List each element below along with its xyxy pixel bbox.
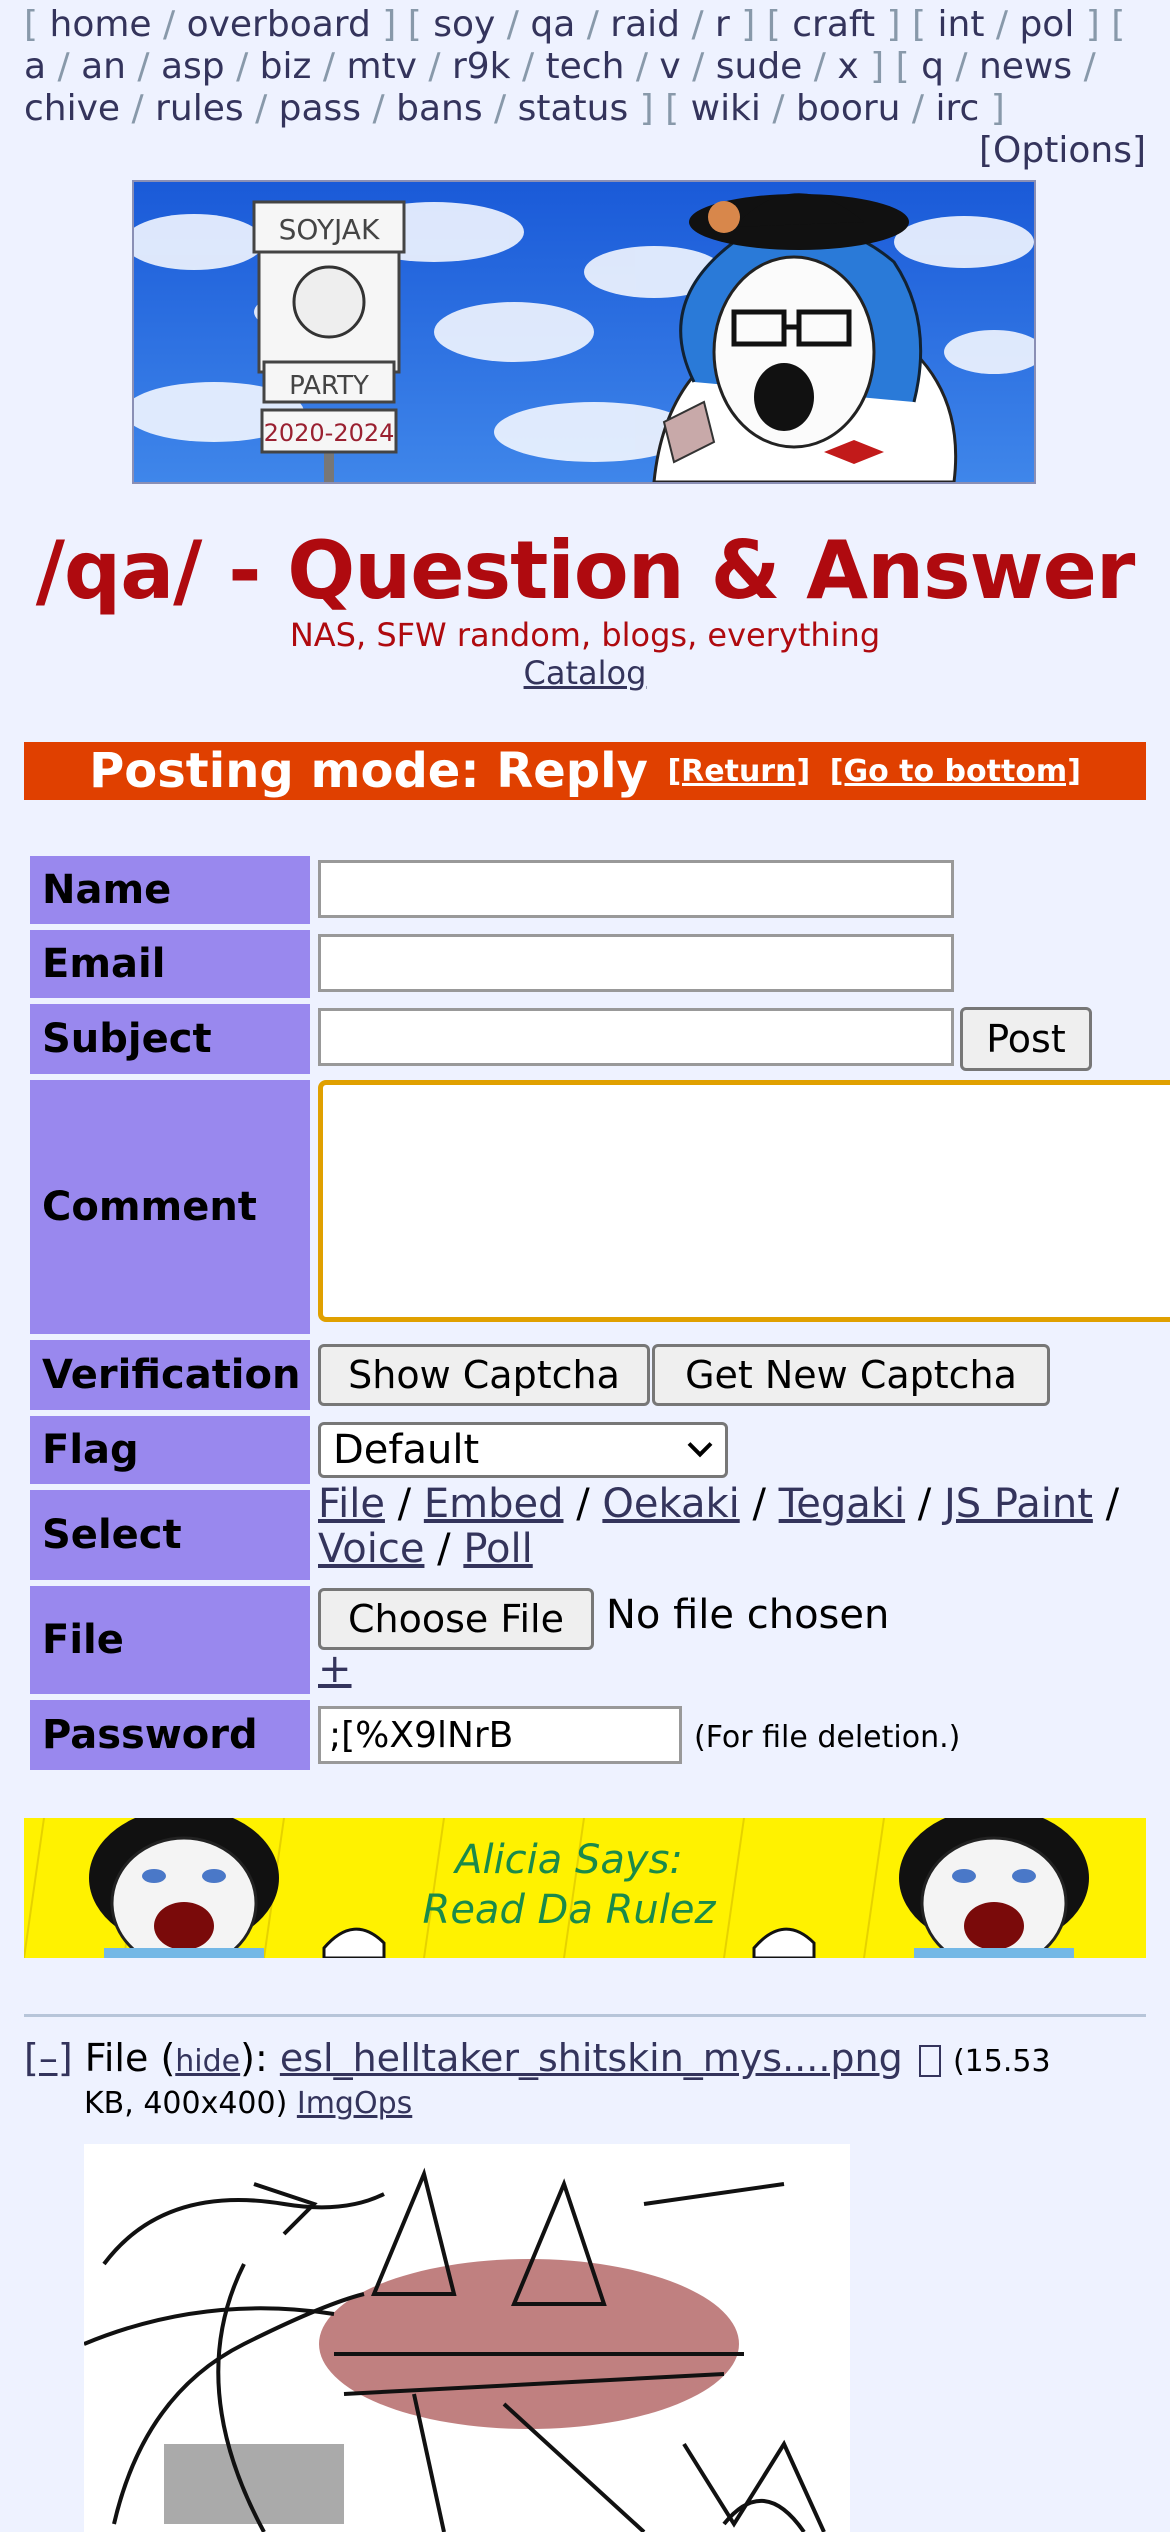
select-link-voice[interactable]: Voice [318,1526,424,1572]
nav-link-craft[interactable]: craft [792,4,875,45]
nav-link-tech[interactable]: tech [546,46,625,87]
rules-banner-line1: Alicia Says: [452,1837,683,1883]
banner-sign-years: 2020-2024 [264,419,395,447]
nav-link-v[interactable]: v [659,46,680,87]
choose-file-button[interactable]: Choose File [318,1588,594,1650]
comment-textarea[interactable] [318,1080,1170,1322]
nav-link-pass[interactable]: pass [279,88,361,129]
nav-link-news[interactable]: news [979,46,1072,87]
flag-label: Flag [30,1416,310,1484]
nav-link-biz[interactable]: biz [260,46,312,87]
file-size-start: (15.53 [952,2044,1051,2079]
nav-link-r9k[interactable]: r9k [452,46,511,87]
nav-link-qa[interactable]: qa [530,4,575,45]
nav-link-x[interactable]: x [837,46,858,87]
rules-banner[interactable]: Alicia Says: Read Da Rulez [24,1818,1146,1958]
nav-link-rules[interactable]: rules [155,88,244,129]
flag-select-value: Default [333,1427,480,1473]
flag-select[interactable]: Default [318,1422,728,1478]
file-label: File [30,1586,310,1694]
nav-link-overboard[interactable]: overboard [187,4,371,45]
rules-banner-image: Alicia Says: Read Da Rulez [24,1818,1146,1958]
file-prefix: File [84,2036,149,2080]
password-input[interactable]: ;[%X9lNrB [318,1706,682,1764]
banner-sign-bottom: PARTY [289,371,369,401]
post-image-drawing [84,2144,850,2532]
name-input[interactable] [318,860,954,918]
nav-link-booru[interactable]: booru [796,88,901,129]
collapse-post-link[interactable]: [–] [24,2036,73,2080]
nav-link-pol[interactable]: pol [1019,4,1074,45]
verification-label: Verification [30,1340,310,1410]
nav-link-status[interactable]: status [518,88,629,129]
file-info-line2: KB, 400x400) ImgOps [84,2086,412,2121]
add-file-link[interactable]: + [318,1646,352,1692]
file-size-rest: KB, 400x400) [84,2086,288,2121]
options-link[interactable]: [Options] [979,130,1146,171]
select-link-js-paint[interactable]: JS Paint [944,1481,1093,1527]
select-link-poll[interactable]: Poll [463,1526,532,1572]
nav-link-mtv[interactable]: mtv [346,46,417,87]
post-filename-link[interactable]: esl_helltaker_shitskin_mys....png [280,2036,903,2080]
password-note: (For file deletion.) [694,1720,961,1755]
board-banner[interactable]: SOYJAK PARTY 2020-2024 [132,180,1036,484]
chevron-down-icon [685,1433,715,1468]
imgops-link[interactable]: ImgOps [297,2086,412,2121]
select-link-embed[interactable]: Embed [424,1481,564,1527]
banner-image: SOYJAK PARTY 2020-2024 [134,182,1034,482]
email-input[interactable] [318,934,954,992]
subject-input[interactable] [318,1008,954,1066]
select-links: File / Embed / Oekaki / Tegaki / JS Pain… [318,1481,1120,1572]
nav-link-an[interactable]: an [81,46,126,87]
comment-label: Comment [30,1080,310,1334]
password-label: Password [30,1700,310,1770]
posting-mode-bar: Posting mode: Reply [Return] [Go to bott… [24,742,1146,800]
download-icon[interactable] [918,2044,941,2077]
post-image[interactable] [84,2144,850,2532]
board-subtitle: NAS, SFW random, blogs, everything [289,616,881,654]
get-new-captcha-button[interactable]: Get New Captcha [652,1344,1050,1406]
nav-link-asp[interactable]: asp [161,46,225,87]
nav-link-int[interactable]: int [938,4,985,45]
post-button[interactable]: Post [960,1007,1092,1071]
nav-link-r[interactable]: r [715,4,730,45]
hide-file-link[interactable]: hide [175,2044,240,2079]
nav-link-irc[interactable]: irc [936,88,980,129]
nav-link-q[interactable]: q [921,46,944,87]
post-file-info: [–] File (hide): esl_helltaker_shitskin_… [24,2036,1051,2080]
show-captcha-button[interactable]: Show Captcha [318,1344,650,1406]
nav-link-chive[interactable]: chive [24,88,120,129]
catalog-link[interactable]: Catalog [0,654,1170,692]
select-link-tegaki[interactable]: Tegaki [779,1481,905,1527]
email-label: Email [30,930,310,998]
board-title: /qa/ - Question & Answer [35,524,1136,617]
posting-mode-text: Posting mode: Reply [89,743,648,799]
nav-link-wiki[interactable]: wiki [691,88,761,129]
file-status-text: No file chosen [606,1592,890,1638]
subject-label: Subject [30,1004,310,1074]
nav-link-a[interactable]: a [24,46,46,87]
nav-link-sude[interactable]: sude [716,46,803,87]
divider [24,2014,1146,2017]
board-list-nav: [ home / overboard ] [ soy / qa / raid /… [24,4,1126,129]
rules-banner-line2: Read Da Rulez [423,1887,717,1933]
select-label: Select [30,1490,310,1580]
go-to-bottom-link[interactable]: [Go to bottom] [830,754,1081,789]
nav-link-bans[interactable]: bans [396,88,482,129]
return-link[interactable]: [Return] [667,754,810,789]
banner-sign-top: SOYJAK [279,213,380,246]
name-label: Name [30,856,310,924]
nav-link-soy[interactable]: soy [433,4,495,45]
nav-link-raid[interactable]: raid [610,4,680,45]
select-link-oekaki[interactable]: Oekaki [602,1481,739,1527]
nav-link-home[interactable]: home [50,4,152,45]
select-link-file[interactable]: File [318,1481,385,1527]
